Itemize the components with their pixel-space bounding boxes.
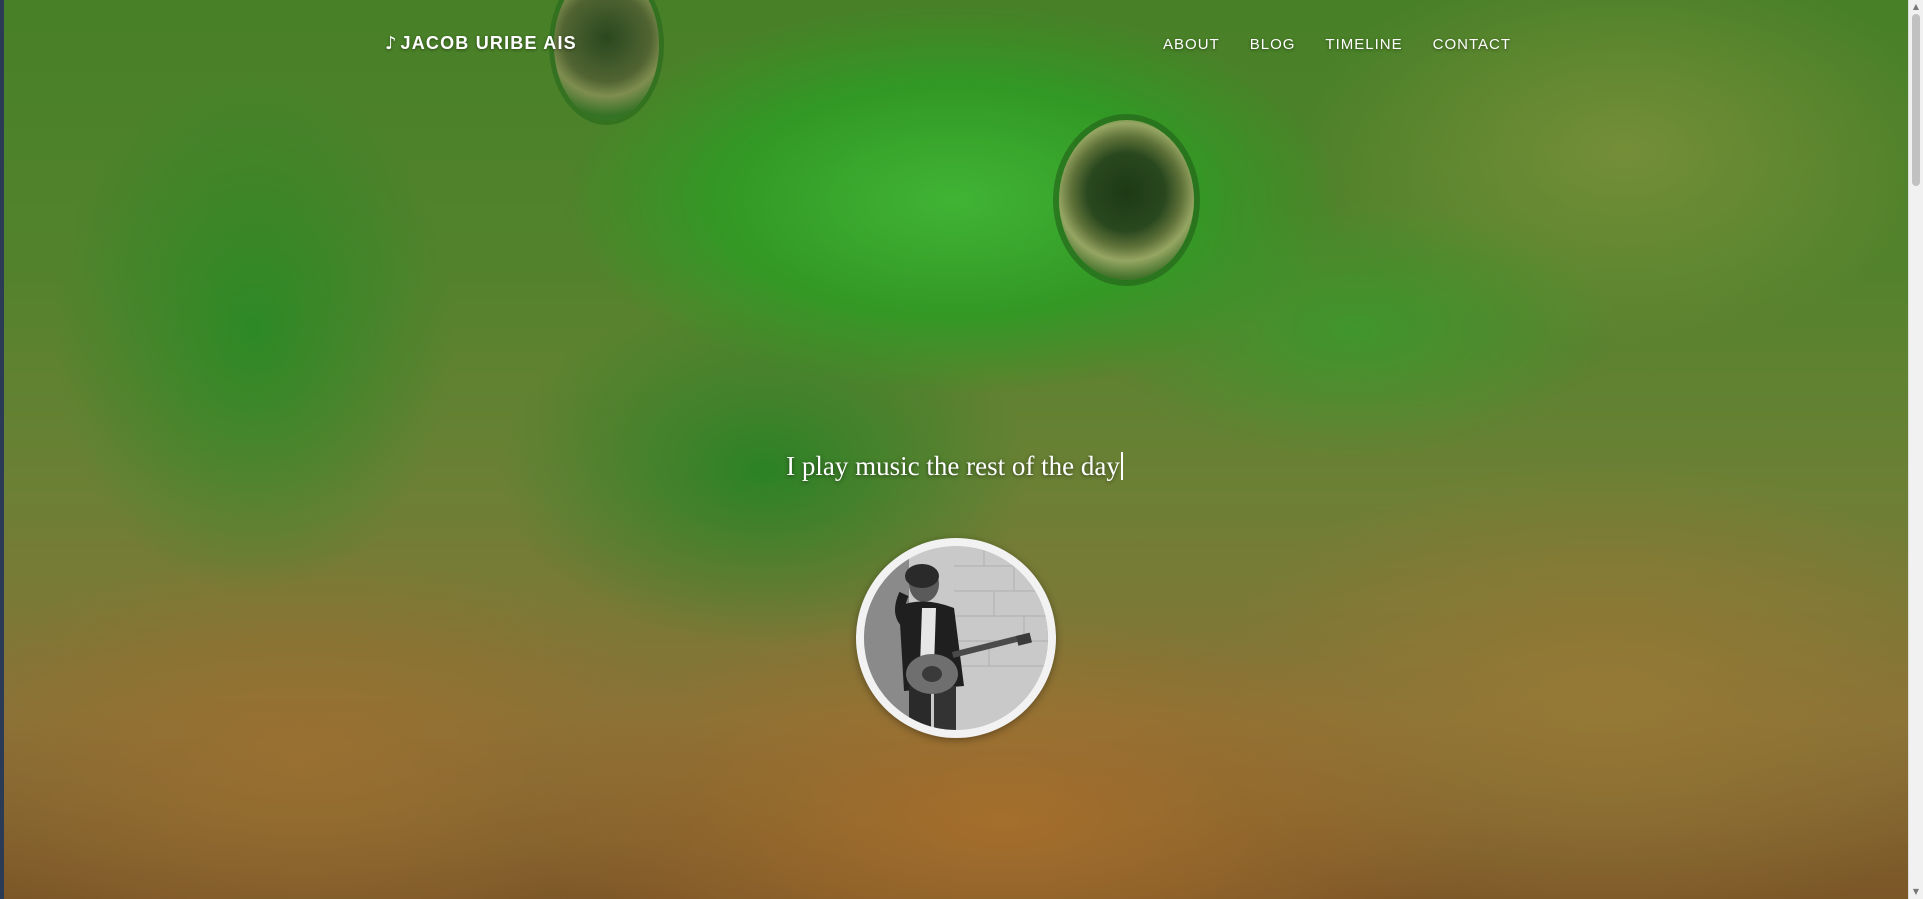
typing-cursor: [1120, 452, 1123, 480]
hero-background-frog-image: [4, 0, 1909, 899]
window-left-edge: [0, 0, 4, 899]
musician-photo-illustration: [864, 546, 1048, 730]
tagline-text: I play music the rest of the day: [786, 451, 1120, 481]
vertical-scrollbar[interactable]: ▲ ▼: [1908, 0, 1923, 899]
nav-links: ABOUT BLOG TIMELINE CONTACT: [1163, 36, 1511, 53]
frog-eye-right: [1059, 120, 1194, 280]
hero-tagline: I play music the rest of the day: [0, 451, 1909, 482]
nav-link-blog[interactable]: BLOG: [1250, 36, 1296, 53]
brand-title: JACOB URIBE AIS: [400, 33, 577, 53]
nav-link-timeline[interactable]: TIMELINE: [1325, 36, 1402, 53]
scroll-down-arrow-icon[interactable]: ▼: [1909, 885, 1923, 899]
music-note-icon: ♪: [385, 32, 397, 54]
scroll-up-arrow-icon[interactable]: ▲: [1909, 0, 1923, 14]
brand-link[interactable]: ♪ JACOB URIBE AIS: [385, 33, 577, 54]
avatar: [856, 538, 1056, 738]
page: ♪ JACOB URIBE AIS ABOUT BLOG TIMELINE CO…: [0, 0, 1923, 899]
navbar: ♪ JACOB URIBE AIS ABOUT BLOG TIMELINE CO…: [385, 26, 1511, 62]
nav-link-contact[interactable]: CONTACT: [1433, 36, 1511, 53]
scrollbar-thumb[interactable]: [1912, 14, 1920, 186]
avatar-photo: [864, 546, 1048, 730]
nav-link-about[interactable]: ABOUT: [1163, 36, 1220, 53]
